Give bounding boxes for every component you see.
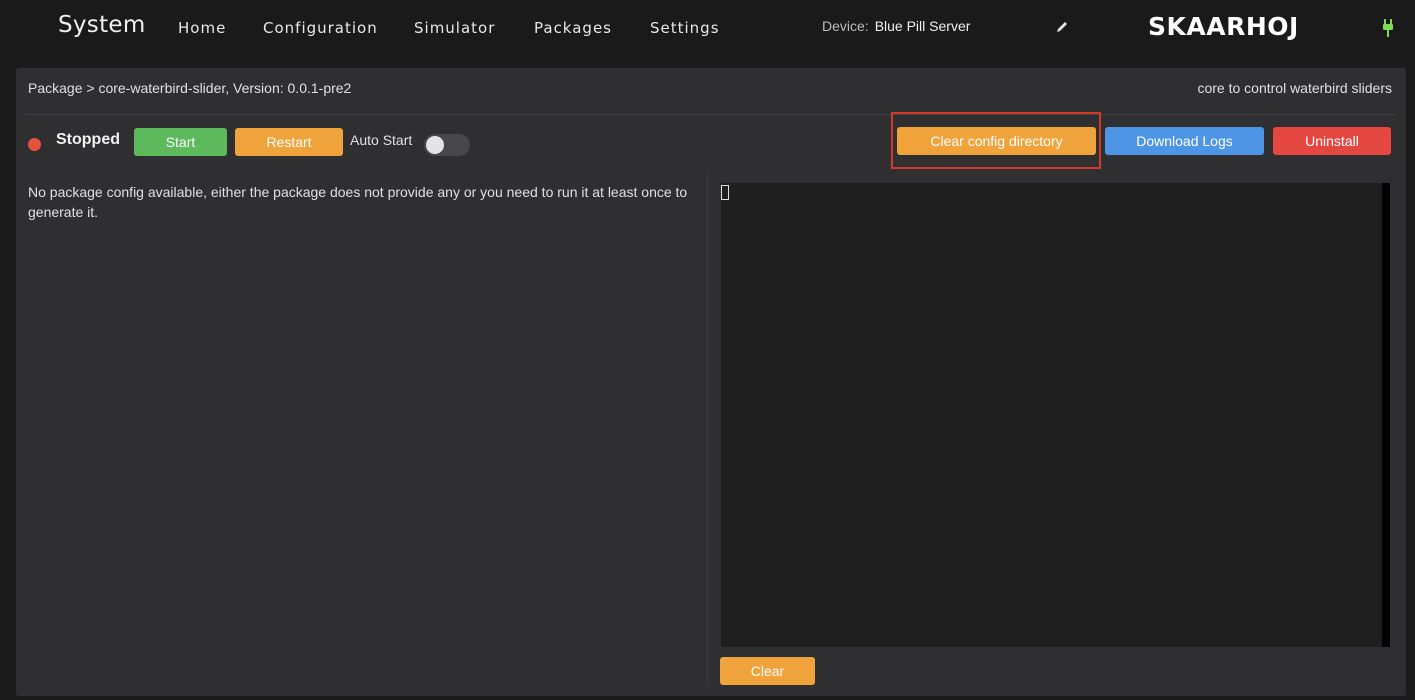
- console-scrollbar[interactable]: [1382, 183, 1390, 647]
- nav-item-home[interactable]: Home: [178, 19, 226, 37]
- toggle-knob: [426, 136, 444, 154]
- power-plug-icon[interactable]: [1383, 19, 1393, 37]
- download-logs-button[interactable]: Download Logs: [1105, 127, 1264, 155]
- config-note: No package config available, either the …: [28, 184, 688, 220]
- auto-start-label: Auto Start: [350, 132, 413, 148]
- terminal-cursor: [721, 185, 729, 200]
- pencil-icon[interactable]: [1055, 20, 1069, 34]
- app-title: System: [58, 12, 146, 38]
- skaarhoj-logo: SKAARHOJ: [1148, 12, 1299, 41]
- device-indicator: Device: Blue Pill Server: [822, 18, 970, 34]
- package-description: core to control waterbird sliders: [1197, 80, 1392, 96]
- auto-start-toggle[interactable]: [424, 134, 470, 156]
- breadcrumb: Package > core-waterbird-slider, Version…: [28, 80, 352, 96]
- nav-item-settings[interactable]: Settings: [650, 19, 720, 37]
- log-console[interactable]: [721, 183, 1390, 647]
- nav-item-packages[interactable]: Packages: [534, 19, 612, 37]
- nav-item-configuration[interactable]: Configuration: [263, 19, 378, 37]
- uninstall-button[interactable]: Uninstall: [1273, 127, 1391, 155]
- top-nav: System Home Configuration Simulator Pack…: [0, 0, 1415, 54]
- status-indicator-icon: [28, 138, 41, 151]
- start-button[interactable]: Start: [134, 128, 227, 156]
- restart-button[interactable]: Restart: [235, 128, 343, 156]
- device-name: Blue Pill Server: [874, 18, 971, 34]
- device-label: Device:: [822, 18, 869, 34]
- status-text: Stopped: [56, 131, 120, 148]
- highlight-box: [891, 112, 1101, 169]
- package-panel: Package > core-waterbird-slider, Version…: [16, 68, 1406, 696]
- divider: [26, 114, 1396, 115]
- nav-item-simulator[interactable]: Simulator: [414, 19, 495, 37]
- column-separator: [707, 171, 708, 686]
- clear-console-button[interactable]: Clear: [720, 657, 815, 685]
